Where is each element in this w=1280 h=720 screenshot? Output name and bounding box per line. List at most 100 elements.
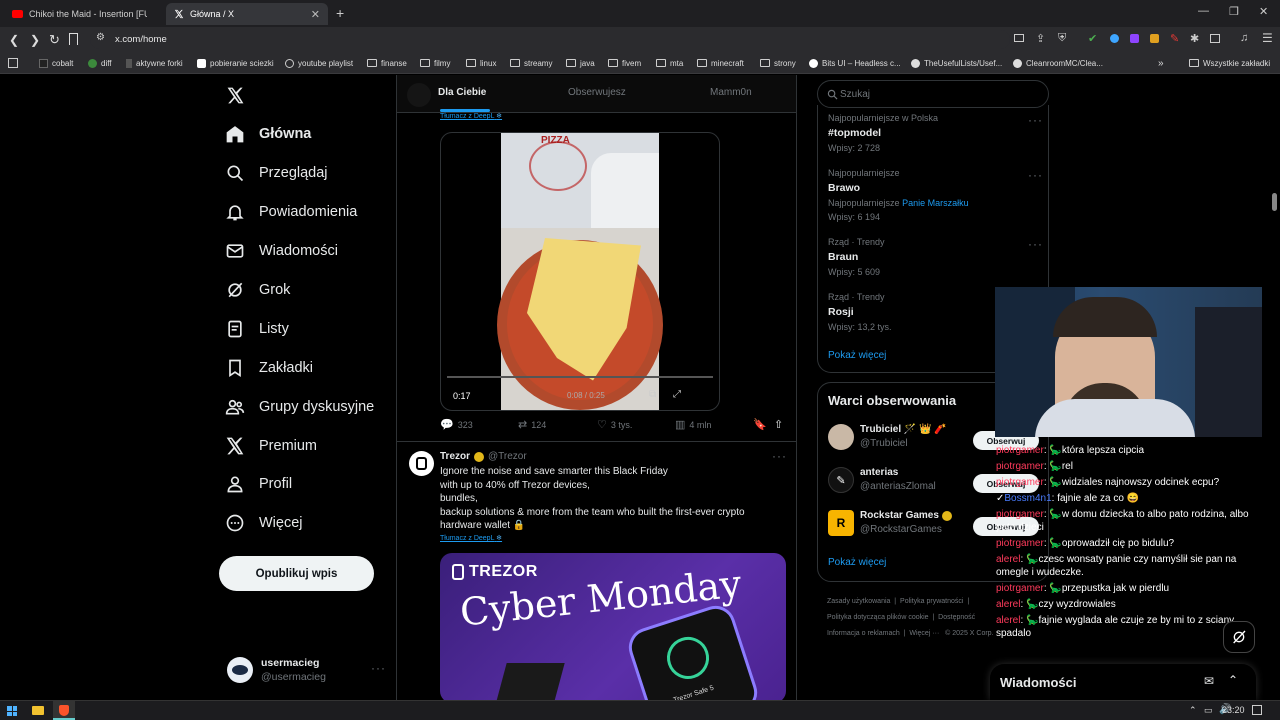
footer-link[interactable]: Polityka prywatności <box>900 598 963 605</box>
bookmark-folder[interactable]: fivem <box>608 52 641 74</box>
follow-name[interactable]: anterias <box>860 467 898 478</box>
trend-item[interactable]: Najpopularniejsze Brawo Najpopularniejsz… <box>828 168 1043 222</box>
browser-tab-youtube[interactable]: Chikoi the Maid - Insertion [FULL <box>4 3 164 25</box>
more-icon[interactable]: ··· <box>371 661 386 675</box>
bookmark-item[interactable]: cobalt <box>39 52 73 74</box>
more-icon[interactable]: ··· <box>1028 168 1043 182</box>
views-button[interactable]: ▥ 4 mln <box>675 418 711 431</box>
trend-extra[interactable]: Panie Marszałku <box>902 198 969 208</box>
search-box[interactable]: Szukaj <box>817 80 1049 108</box>
bookmark-folder[interactable]: linux <box>466 52 496 74</box>
share-icon[interactable]: ⇧ <box>774 418 783 431</box>
bookmark-item[interactable]: Bits UI – Headless c... <box>809 52 901 74</box>
bookmark-folder[interactable]: java <box>566 52 595 74</box>
media-icon[interactable]: ♫ <box>1240 32 1248 44</box>
sidebar-item-profile[interactable]: Profil <box>225 474 292 494</box>
account-switcher[interactable]: usermacieg @usermacieg ··· <box>227 655 387 687</box>
video-player[interactable]: PIZZA 0:17 0:08 / 0:25 ⧉ ⤢ <box>440 132 720 411</box>
tweet-author[interactable]: Trezor <box>440 451 470 462</box>
more-icon[interactable]: ··· <box>772 449 787 463</box>
bookmark-folder[interactable]: mta <box>656 52 683 74</box>
avatar[interactable]: R <box>828 510 854 536</box>
reply-button[interactable]: 💬 323 <box>440 418 473 431</box>
translate-link[interactable]: Tłumacz z DeepL ❄ <box>440 534 502 542</box>
fullscreen-icon[interactable]: ⤢ <box>673 389 681 400</box>
sidebar-item-grok[interactable]: Grok <box>225 280 290 300</box>
address-bar[interactable]: ⚙ x.com/home <box>90 30 1010 49</box>
tab-for-you[interactable]: Dla Ciebie <box>438 87 486 98</box>
new-tab-button[interactable]: + <box>336 5 344 21</box>
bookmark-page-icon[interactable] <box>69 33 78 45</box>
tab-mammon[interactable]: Mamm0n <box>710 87 752 98</box>
avatar[interactable] <box>828 424 854 450</box>
notifications-icon[interactable] <box>1252 705 1262 715</box>
close-window-icon[interactable]: ✕ <box>1259 5 1268 18</box>
show-more-link[interactable]: Pokaż więcej <box>828 557 886 568</box>
network-icon[interactable]: ▭ <box>1204 705 1213 716</box>
all-bookmarks-folder[interactable]: Wszystkie zakładki <box>1189 52 1270 74</box>
close-tab-icon[interactable]: ✕ <box>311 8 320 21</box>
messages-drawer[interactable]: Wiadomości ✉ ⌃ <box>990 664 1256 700</box>
browser-tab-x[interactable]: Główna / X ✕ <box>166 3 328 25</box>
avatar[interactable]: ✎ <box>828 467 854 493</box>
bookmark-item[interactable]: youtube playlist <box>285 52 353 74</box>
forward-icon[interactable]: ❯ <box>30 33 40 47</box>
footer-link[interactable]: Zasady użytkowania <box>827 598 890 605</box>
bookmark-folder[interactable]: strony <box>760 52 796 74</box>
chevron-up-icon[interactable]: ⌃ <box>1228 673 1238 687</box>
bookmark-item[interactable]: CleanroomMC/Clea... <box>1013 52 1103 74</box>
bookmark-icon[interactable]: 🔖 <box>753 418 767 431</box>
bookmark-item[interactable]: pobieranie sciezki <box>197 52 274 74</box>
apps-icon[interactable] <box>8 58 18 68</box>
tray-chevron-icon[interactable]: ⌃ <box>1189 705 1197 716</box>
share-icon[interactable]: ⇪ <box>1036 32 1045 45</box>
search-input[interactable]: Szukaj <box>840 89 870 100</box>
sidebar-item-bookmarks[interactable]: Zakładki <box>225 358 313 378</box>
more-icon[interactable]: ··· <box>1028 113 1043 127</box>
tab-following[interactable]: Obserwujesz <box>568 87 626 98</box>
reload-icon[interactable]: ↻ <box>49 32 60 48</box>
url-text[interactable]: x.com/home <box>115 34 167 45</box>
extension-icon[interactable] <box>1130 34 1139 43</box>
bookmark-item[interactable]: aktywne forki <box>126 52 183 74</box>
footer-link[interactable]: Więcej ··· <box>909 630 939 637</box>
scrollbar-thumb[interactable] <box>1272 193 1277 211</box>
sidebar-item-lists[interactable]: Listy <box>225 319 289 339</box>
sidebar-item-messages[interactable]: Wiadomości <box>225 241 338 261</box>
pip-icon[interactable]: ⧉ <box>649 389 656 400</box>
sidebar-item-home[interactable]: Główna <box>225 124 311 144</box>
footer-link[interactable]: Dostępność <box>938 614 975 621</box>
bookmark-folder[interactable]: filmy <box>420 52 450 74</box>
x-logo-icon[interactable] <box>226 86 245 105</box>
back-icon[interactable]: ❮ <box>9 33 19 47</box>
tweet-handle[interactable]: @Trezor <box>488 451 527 462</box>
site-info-icon[interactable]: ⚙ <box>96 32 105 43</box>
puzzle-icon[interactable]: ✱ <box>1190 32 1199 45</box>
bookmark-folder[interactable]: streamy <box>510 52 552 74</box>
minimize-icon[interactable]: — <box>1198 5 1209 17</box>
shield-icon[interactable]: ⛨ <box>1058 32 1066 45</box>
trend-item[interactable]: Rząd · Trendy Braun Wpisy: 5 609 ··· <box>828 237 1043 277</box>
bookmark-item[interactable]: TheUsefulLists/Usef... <box>911 52 1002 74</box>
like-button[interactable]: ♡ 3 tys. <box>597 418 632 431</box>
menu-icon[interactable]: ☰ <box>1262 31 1273 45</box>
taskbar-browser[interactable] <box>53 701 75 720</box>
file-explorer-icon[interactable] <box>32 706 44 715</box>
follow-name[interactable]: Rockstar Games <box>860 510 952 521</box>
more-icon[interactable]: ··· <box>1028 237 1043 251</box>
bookmark-folder[interactable]: minecraft <box>697 52 744 74</box>
footer-link[interactable]: Informacja o reklamach <box>827 630 900 637</box>
grok-floating-button[interactable] <box>1223 621 1255 653</box>
extension-icon[interactable] <box>1110 34 1119 43</box>
sidebar-item-premium[interactable]: Premium <box>225 436 317 456</box>
show-more-link[interactable]: Pokaż więcej <box>828 350 886 361</box>
more-bookmarks-icon[interactable]: » <box>1158 52 1164 74</box>
restore-icon[interactable]: ❐ <box>1229 5 1239 18</box>
promo-image[interactable]: TREZOR Cyber Monday Trezor Safe 5 <box>440 553 786 700</box>
sidebar-item-communities[interactable]: Grupy dyskusyjne <box>225 397 374 417</box>
extension-icon[interactable] <box>1150 34 1159 43</box>
repost-button[interactable]: ⇄ 124 <box>518 418 546 431</box>
sidebar-item-notifications[interactable]: Powiadomienia <box>225 202 357 222</box>
sidebar-item-explore[interactable]: Przeglądaj <box>225 163 328 183</box>
new-message-icon[interactable]: ✉ <box>1204 674 1214 688</box>
